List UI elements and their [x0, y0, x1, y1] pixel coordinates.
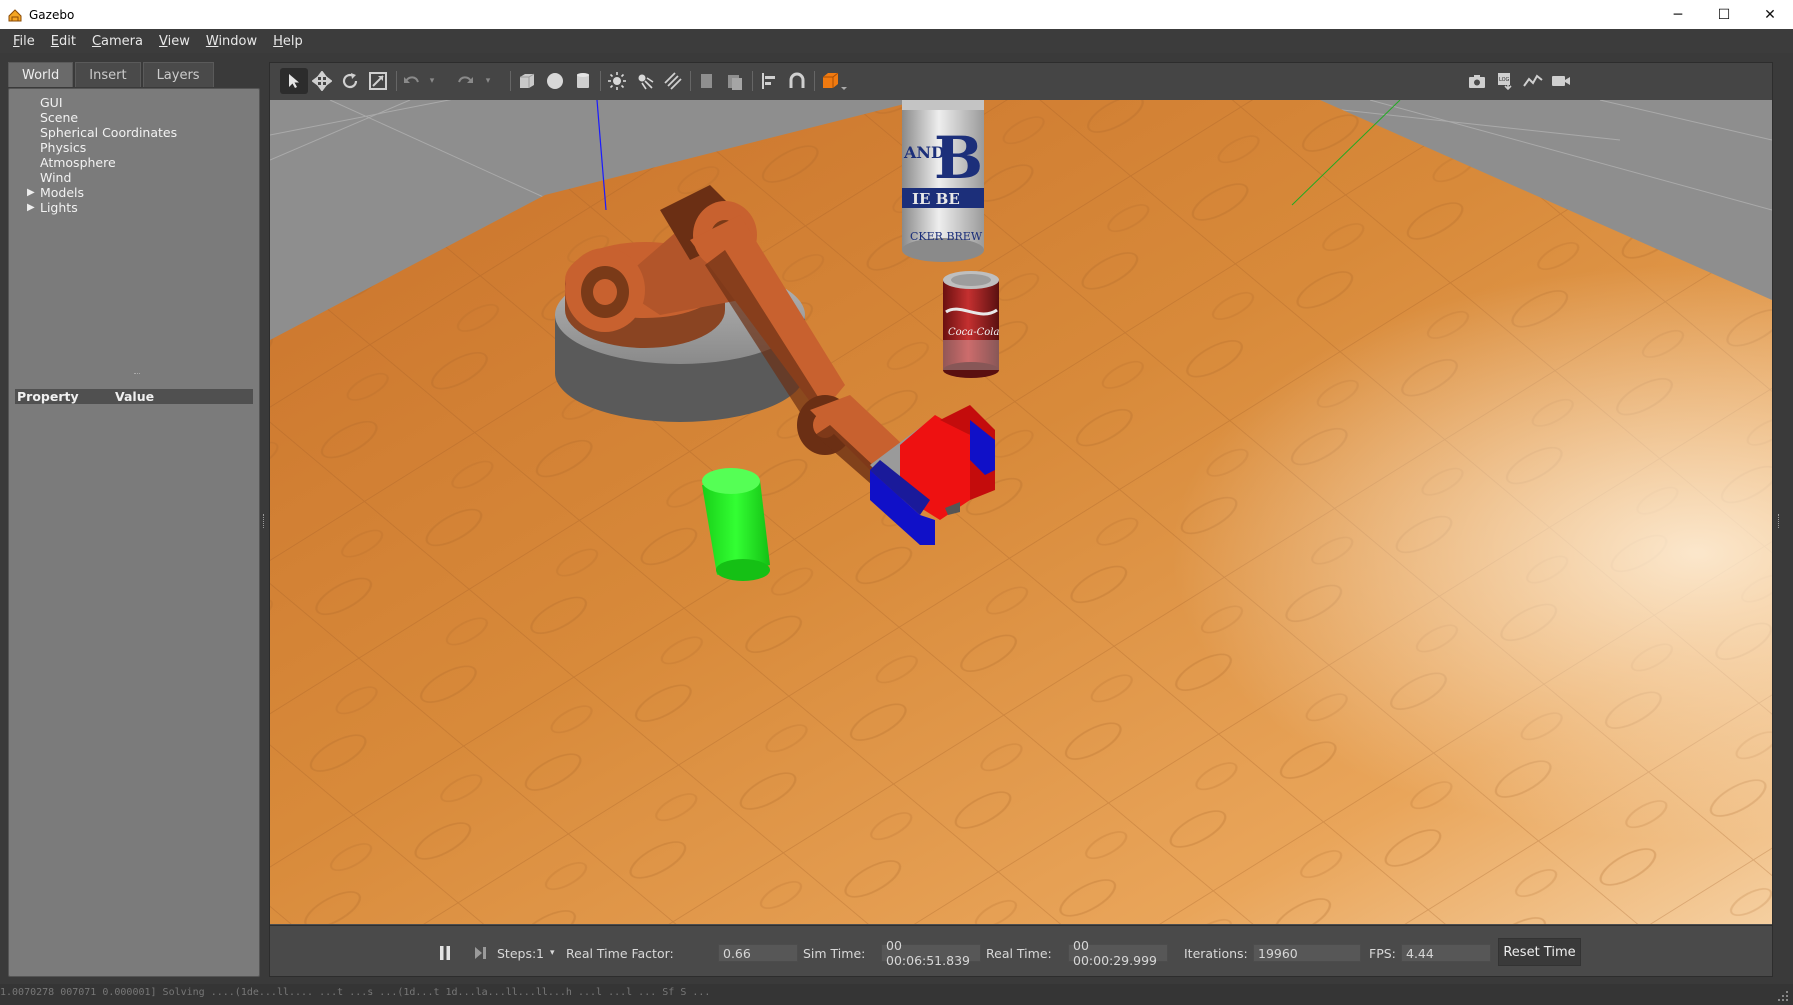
chevron-down-icon[interactable]: ▾: [550, 948, 555, 958]
tree-item-spherical-coordinates[interactable]: Spherical Coordinates: [9, 125, 259, 140]
menu-file[interactable]: File: [6, 34, 42, 49]
step-button[interactable]: [473, 944, 489, 962]
resize-grip-icon[interactable]: [1777, 990, 1789, 1002]
beer-can[interactable]: B AND IE BE CKER BREW: [902, 100, 984, 262]
scale-mode-icon[interactable]: [364, 68, 392, 94]
pause-button[interactable]: [438, 944, 452, 962]
menu-help[interactable]: Help: [266, 34, 310, 49]
tree-item-atmosphere[interactable]: Atmosphere: [9, 155, 259, 170]
close-button[interactable]: ✕: [1747, 0, 1793, 29]
sphere-shape-icon[interactable]: [541, 68, 569, 94]
steps-label: Steps:: [497, 945, 537, 961]
minimize-button[interactable]: ─: [1655, 0, 1701, 29]
video-record-icon[interactable]: [1547, 68, 1575, 94]
steps-value: 1: [536, 945, 544, 961]
fps-field: 4.44: [1401, 944, 1491, 962]
log-icon[interactable]: LOG: [1491, 68, 1519, 94]
tree-item-physics[interactable]: Physics: [9, 140, 259, 155]
tree-item-models[interactable]: ▶ Models: [9, 185, 259, 200]
menu-bar: File Edit Camera View Window Help: [0, 29, 1793, 53]
svg-text:LOG: LOG: [1499, 77, 1510, 83]
menu-view[interactable]: View: [152, 34, 197, 49]
menu-camera[interactable]: Camera: [85, 34, 150, 49]
steps-spinner[interactable]: 1 ▾: [536, 944, 554, 962]
3d-viewport[interactable]: B AND IE BE CKER BREW Coca-Cola: [270, 100, 1772, 924]
redo-icon[interactable]: [452, 68, 480, 94]
menu-window[interactable]: Window: [199, 34, 264, 49]
snap-icon[interactable]: [783, 68, 811, 94]
real-time-field: 00 00:00:29.999: [1068, 938, 1168, 968]
fps-label: FPS:: [1369, 945, 1396, 961]
coke-can[interactable]: Coca-Cola: [943, 271, 999, 378]
view-angle-icon[interactable]: [817, 68, 851, 94]
left-panel: World Insert Layers GUI Scene Spherical …: [8, 62, 260, 977]
property-column-header: Property: [17, 389, 79, 404]
iterations-field: 19960: [1253, 944, 1361, 962]
screenshot-icon[interactable]: [1463, 68, 1491, 94]
can-sub-text: IE BE: [912, 190, 960, 208]
select-mode-icon[interactable]: [280, 68, 308, 94]
panel-splitter-handle[interactable]: [134, 373, 140, 375]
real-time-label: Real Time:: [986, 945, 1052, 961]
rotate-mode-icon[interactable]: [336, 68, 364, 94]
render-frame: ▾ ▾ LOG B AND IE BE CKER BREW Coca-Cola …: [269, 62, 1773, 977]
gazebo-app-icon: [8, 8, 22, 21]
translate-mode-icon[interactable]: [308, 68, 336, 94]
left-splitter-grip[interactable]: [263, 514, 265, 528]
tab-layers[interactable]: Layers: [142, 62, 214, 87]
coke-can-text: Coca-Cola: [948, 327, 999, 338]
expand-arrow-icon[interactable]: ▶: [27, 200, 35, 215]
paste-icon[interactable]: [721, 68, 749, 94]
real-time-factor-label: Real Time Factor:: [566, 945, 674, 961]
scene-toolbar: ▾ ▾ LOG: [270, 63, 1772, 100]
real-time-factor-field: 0.66: [718, 944, 798, 962]
reset-time-button[interactable]: Reset Time: [1498, 938, 1581, 966]
spot-light-icon[interactable]: [631, 68, 659, 94]
undo-history-icon[interactable]: ▾: [424, 68, 440, 94]
time-panel: Steps: 1 ▾ Real Time Factor: 0.66 Sim Ti…: [270, 925, 1772, 976]
maximize-button[interactable]: ☐: [1701, 0, 1747, 29]
sim-time-label: Sim Time:: [803, 945, 866, 961]
tree-item-scene[interactable]: Scene: [9, 110, 259, 125]
directional-light-icon[interactable]: [659, 68, 687, 94]
can-footer-text: CKER BREW: [910, 230, 983, 243]
align-icon[interactable]: [755, 68, 783, 94]
redo-history-icon[interactable]: ▾: [480, 68, 496, 94]
menu-edit[interactable]: Edit: [44, 34, 83, 49]
value-column-header: Value: [115, 389, 155, 404]
console-log-text: 1.0070278 007071 0.000001] Solving ....(…: [0, 987, 711, 998]
window-title: Gazebo: [29, 7, 75, 22]
plot-icon[interactable]: [1519, 68, 1547, 94]
title-bar: Gazebo ─ ☐ ✕: [0, 0, 1793, 29]
world-panel: GUI Scene Spherical Coordinates Physics …: [8, 88, 260, 977]
sim-time-field: 00 00:06:51.839: [881, 938, 981, 968]
left-panel-tabs: World Insert Layers: [8, 62, 260, 87]
can-band-text: AND: [903, 143, 945, 162]
cylinder-shape-icon[interactable]: [569, 68, 597, 94]
copy-icon[interactable]: [693, 68, 721, 94]
bottom-status-strip: 1.0070278 007071 0.000001] Solving ....(…: [0, 984, 1793, 1005]
point-light-icon[interactable]: [603, 68, 631, 94]
scene-canvas: B AND IE BE CKER BREW Coca-Cola: [270, 100, 1772, 924]
tree-item-gui[interactable]: GUI: [9, 95, 259, 110]
expand-arrow-icon[interactable]: ▶: [27, 185, 35, 200]
box-shape-icon[interactable]: [513, 68, 541, 94]
undo-icon[interactable]: [397, 68, 425, 94]
tab-insert[interactable]: Insert: [75, 62, 141, 87]
right-splitter-grip[interactable]: [1778, 514, 1780, 528]
tree-item-lights[interactable]: ▶ Lights: [9, 200, 259, 215]
world-tree: GUI Scene Spherical Coordinates Physics …: [9, 95, 259, 215]
tab-world[interactable]: World: [8, 62, 74, 87]
light-glare: [270, 100, 1772, 924]
tree-item-wind[interactable]: Wind: [9, 170, 259, 185]
iterations-label: Iterations:: [1184, 945, 1248, 961]
property-table-header: Property Value: [15, 389, 253, 404]
